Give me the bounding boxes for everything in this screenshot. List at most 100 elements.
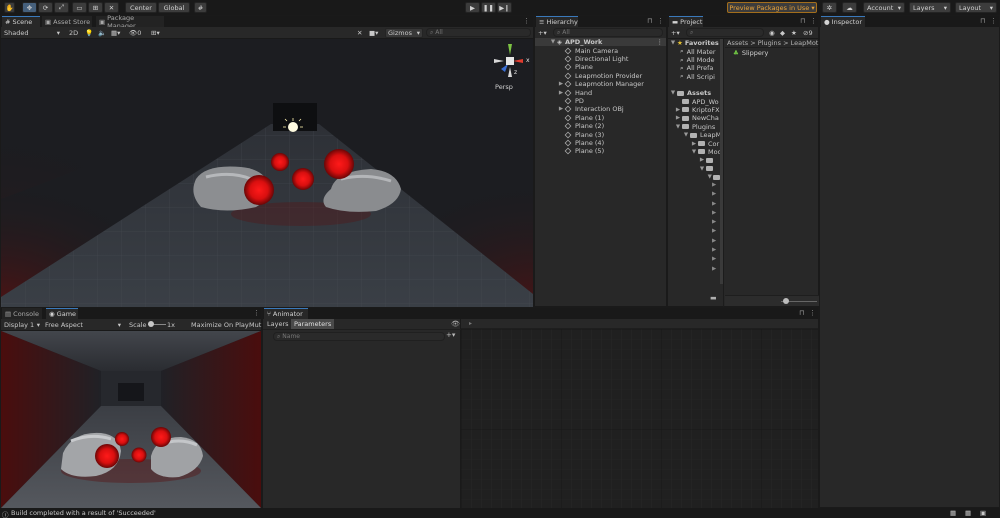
mode-2d-button[interactable]: 2D	[67, 28, 80, 38]
grid-snap-icon[interactable]: #	[194, 2, 207, 13]
favorite-item[interactable]: ⌕ All Mater	[668, 47, 723, 55]
hierarchy-item[interactable]: Plane (5)	[535, 147, 666, 155]
scene-gizmo[interactable]: x z Persp	[489, 41, 531, 91]
create-dropdown[interactable]: +▾	[536, 28, 549, 38]
audio-icon[interactable]: 🔈	[96, 28, 108, 38]
lock-icon[interactable]: ⊓	[800, 17, 805, 25]
project-search-input[interactable]: ⌕	[686, 28, 764, 37]
step-button[interactable]: ▶❙	[497, 2, 512, 13]
aspect-dropdown[interactable]: Free Aspect ▾	[43, 320, 123, 330]
hidden-packages-icon[interactable]: ⊘ 9	[801, 28, 815, 38]
favorite-item[interactable]: ⌕ All Prefa	[668, 64, 723, 72]
maximize-on-play-toggle[interactable]: Maximize On Play	[189, 320, 251, 330]
pivot-global-button[interactable]: Global	[158, 2, 190, 13]
assets-header[interactable]: ▼ Assets	[668, 89, 723, 97]
panel-menu-icon[interactable]: ⋮	[809, 309, 816, 317]
eye-icon[interactable]: 👁	[451, 320, 460, 328]
lock-icon[interactable]: ⊓	[799, 309, 804, 317]
scene-menu-icon[interactable]: ⋮	[657, 38, 664, 46]
breadcrumb[interactable]: Assets > Plugins > LeapMotio	[727, 39, 824, 47]
favorite-item[interactable]: ⌕ All Mode	[668, 56, 723, 64]
hierarchy-item[interactable]: ▶ Leapmotion Manager	[535, 80, 666, 88]
asset-folder[interactable]: ▶ Cor	[668, 139, 723, 148]
projection-label[interactable]: Persp	[495, 83, 513, 91]
asset-subfolder[interactable]: ▶	[668, 156, 723, 164]
game-viewport[interactable]	[1, 331, 261, 508]
transform-tool-icon[interactable]: ⊞	[88, 2, 103, 13]
tab-inspector[interactable]: ● Inspector	[821, 16, 865, 27]
favorites-header[interactable]: ▼ ★ Favorites	[668, 39, 723, 47]
tab-animator[interactable]: ⑂ Animator	[264, 308, 308, 319]
auto-generate-lighting-icon[interactable]: ▦	[950, 509, 956, 517]
preview-packages-button[interactable]: Preview Packages in Use ▾	[727, 2, 817, 13]
asset-folder[interactable]: APD_Wo	[668, 97, 723, 106]
camera-icon[interactable]: ■▾	[367, 28, 380, 38]
favorite-item[interactable]: ⌕ All Scripi	[668, 72, 723, 81]
scene-root-row[interactable]: ▼ ◈ APD_Work ⋮	[535, 38, 666, 47]
hierarchy-item[interactable]: PD	[535, 97, 666, 105]
debug-icon[interactable]: ▣	[980, 509, 986, 517]
pivot-center-button[interactable]: Center	[125, 2, 157, 13]
gizmos-dropdown[interactable]: Gizmos ▾	[385, 28, 423, 38]
lock-icon[interactable]: ⊓	[980, 17, 985, 25]
cloud-icon[interactable]: ☁	[842, 2, 857, 13]
add-parameter-button[interactable]: +▾	[446, 331, 455, 339]
tab-asset-store[interactable]: ▣ Asset Store	[42, 16, 92, 27]
tools-icon[interactable]: ✕	[355, 28, 364, 38]
hierarchy-item[interactable]: Leapmotion Provider	[535, 72, 666, 80]
hand-tool-icon[interactable]: ✋	[4, 2, 15, 13]
layout-dropdown[interactable]: Layout ▾	[955, 2, 997, 13]
tab-hierarchy[interactable]: ≡ Hierarchy	[536, 16, 578, 27]
rotate-tool-icon[interactable]: ⟳	[38, 2, 53, 13]
asset-item[interactable]: ♣ Slippery	[733, 49, 768, 57]
status-message[interactable]: Build completed with a result of 'Succee…	[11, 509, 156, 517]
hierarchy-item[interactable]: Plane (3)	[535, 130, 666, 139]
slider-thumb[interactable]	[783, 298, 789, 304]
asset-folder[interactable]: ▶ KriptoFX	[668, 106, 723, 114]
create-dropdown[interactable]: +▾	[669, 28, 682, 38]
collapsed-tree-arrows[interactable]: ▶ ▶ ▶ ▶ ▶ ▶ ▶ ▶ ▶ ▶	[712, 181, 716, 274]
hidden-objects-icon[interactable]: 👁 0	[127, 28, 143, 38]
scene-viewport[interactable]: x z Persp	[1, 39, 533, 307]
tab-project[interactable]: ▬ Project	[669, 16, 703, 27]
slider-thumb[interactable]	[148, 321, 154, 327]
lighting-icon[interactable]: 💡	[83, 28, 95, 38]
panel-menu-icon[interactable]: ⋮	[523, 17, 530, 25]
camera-settings-icon[interactable]: ⊞▾	[149, 28, 162, 38]
expand-arrow-icon[interactable]: ▶	[557, 106, 565, 112]
favorite-icon[interactable]: ★	[789, 28, 799, 38]
asset-folder[interactable]: ▼ Plugins	[668, 123, 723, 131]
hierarchy-item[interactable]: Plane (4)	[535, 139, 666, 147]
search-by-label-icon[interactable]: ◆	[778, 28, 787, 38]
search-by-type-icon[interactable]: ◉	[767, 28, 777, 38]
custom-tool-icon[interactable]: ✕	[104, 2, 119, 13]
parameter-search-input[interactable]: ⌕ Name	[273, 332, 445, 341]
tab-game[interactable]: ◉ Game	[46, 308, 78, 319]
services-icon[interactable]: ✲	[822, 2, 837, 13]
tab-package-manager[interactable]: ▣ Package Manager	[96, 14, 164, 30]
display-dropdown[interactable]: Display 1 ▾	[2, 320, 42, 330]
pause-button[interactable]: ❚❚	[481, 2, 496, 13]
asset-folder[interactable]: ▼ Mod	[668, 148, 723, 156]
account-dropdown[interactable]: Account ▾	[863, 2, 905, 13]
hierarchy-item[interactable]: Plane	[535, 63, 666, 71]
asset-folder[interactable]: ▶ NewCha	[668, 114, 723, 122]
shading-mode-dropdown[interactable]: Shaded ▾	[2, 28, 62, 38]
layers-dropdown[interactable]: Layers ▾	[909, 2, 951, 13]
hierarchy-item[interactable]: ▶ Hand	[535, 88, 666, 97]
tab-parameters[interactable]: Parameters	[291, 319, 335, 329]
tab-console[interactable]: ▤ Console	[2, 308, 42, 319]
mute-audio-toggle[interactable]: Mut	[247, 320, 263, 330]
panel-menu-icon[interactable]: ⋮	[810, 17, 817, 25]
animator-graph[interactable]: ▸	[461, 319, 818, 508]
panel-menu-icon[interactable]: ⋮	[253, 309, 260, 317]
scale-tool-icon[interactable]: ⤢	[54, 2, 69, 13]
hierarchy-item[interactable]: Main Camera	[535, 46, 666, 55]
panel-menu-icon[interactable]: ⋮	[657, 17, 664, 25]
tab-layers[interactable]: Layers	[267, 320, 289, 328]
hierarchy-item[interactable]: Directional Light	[535, 55, 666, 63]
hierarchy-item[interactable]: Plane (2)	[535, 122, 666, 130]
lock-icon[interactable]: ⊓	[647, 17, 652, 25]
rect-tool-icon[interactable]: ▭	[72, 2, 87, 13]
play-button[interactable]: ▶	[465, 2, 480, 13]
